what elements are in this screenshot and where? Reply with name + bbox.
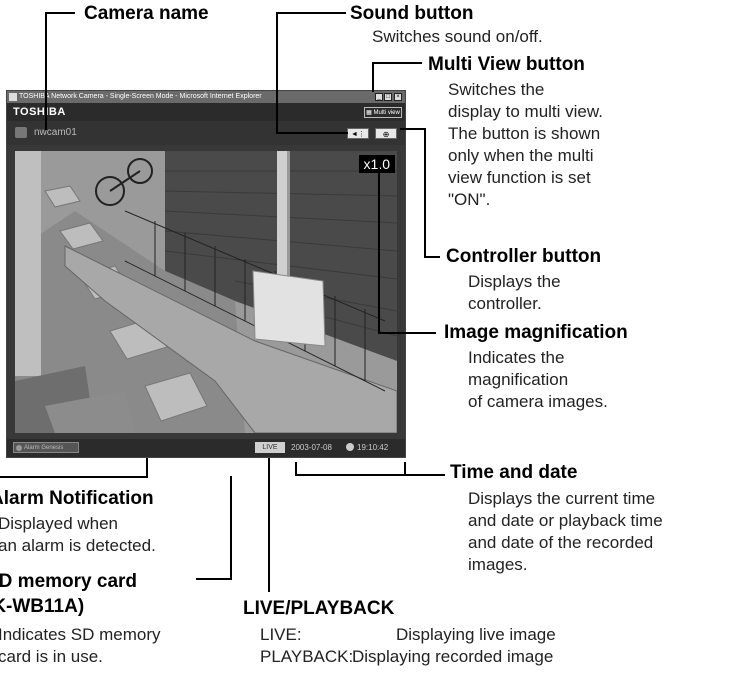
sound-callout-title: Sound button bbox=[350, 3, 474, 24]
sd-card-callout-desc: Indicates SD memory card is in use. bbox=[0, 625, 161, 666]
multi-view-icon: ▦ bbox=[366, 110, 374, 116]
live-playback-callout-title: LIVE/PLAYBACK bbox=[243, 598, 395, 619]
camera-name-callout-title: Camera name bbox=[84, 3, 209, 24]
sd-card-callout-title: SD memory card bbox=[0, 571, 138, 592]
leader-line bbox=[0, 476, 148, 478]
multi-view-label: Multi view bbox=[373, 110, 400, 116]
leader-line bbox=[372, 62, 374, 92]
controller-callout-title: Controller button bbox=[446, 246, 602, 267]
leader-line bbox=[196, 578, 232, 580]
ie-icon bbox=[9, 93, 17, 101]
time-date-callout-desc: Displays the current time and date or pl… bbox=[468, 489, 663, 574]
leader-line bbox=[404, 462, 406, 476]
alarm-icon bbox=[16, 445, 22, 451]
multi-view-callout-desc: Switches the display to multi view. The … bbox=[448, 80, 603, 209]
time-date-callout-title: Time and date bbox=[450, 462, 578, 483]
leader-line bbox=[424, 128, 426, 258]
minimize-button[interactable]: _ bbox=[375, 93, 383, 101]
clock-icon bbox=[346, 443, 354, 451]
leader-line bbox=[276, 12, 278, 134]
leader-line bbox=[424, 256, 440, 258]
status-bar: Alarm Genesis LIVE 2003-07-08 19:10:42 bbox=[7, 439, 405, 457]
title-bar: TOSHIBA Network Camera - Single-Screen M… bbox=[7, 91, 405, 103]
brand-logo: TOSHIBA bbox=[13, 106, 66, 118]
controller-button[interactable]: ⊕ bbox=[375, 128, 397, 139]
alarm-indicator: Alarm Genesis bbox=[13, 442, 79, 453]
leader-line bbox=[268, 458, 270, 592]
leader-line bbox=[230, 476, 232, 580]
alarm-callout-title: Alarm Notification bbox=[0, 488, 154, 509]
time-display: 19:10:42 bbox=[357, 443, 389, 452]
camera-image: x1.0 bbox=[15, 151, 397, 433]
view-frame: x1.0 bbox=[7, 145, 405, 439]
leader-line bbox=[45, 12, 47, 130]
leader-line bbox=[378, 168, 380, 334]
leader-line bbox=[372, 62, 422, 64]
close-button[interactable]: × bbox=[394, 93, 402, 101]
alarm-label: Alarm Genesis bbox=[24, 445, 64, 451]
playback-row: PLAYBACK: Displaying recorded image bbox=[260, 647, 554, 666]
leader-line bbox=[295, 462, 297, 476]
multi-view-button[interactable]: ▦ Multi view bbox=[364, 107, 402, 118]
live-playback-indicator: LIVE bbox=[255, 442, 285, 453]
leader-line bbox=[400, 128, 426, 130]
brand-bar: TOSHIBA ▦ Multi view bbox=[7, 103, 405, 121]
leader-line bbox=[276, 132, 348, 134]
leader-line bbox=[295, 474, 445, 476]
alarm-callout-desc: Displayed when an alarm is detected. bbox=[0, 514, 156, 555]
live-playback-callout-desc: LIVE: Displaying live image PLAYBACK: Di… bbox=[260, 624, 556, 668]
leader-line bbox=[146, 458, 148, 478]
magnification-callout-title: Image magnification bbox=[444, 322, 628, 343]
magnification-indicator: x1.0 bbox=[358, 155, 395, 173]
live-row: LIVE: Displaying live image bbox=[260, 625, 556, 644]
magnification-callout-desc: Indicates the magnification of camera im… bbox=[468, 348, 608, 411]
window-title: TOSHIBA Network Camera - Single-Screen M… bbox=[19, 93, 262, 100]
sd-card-callout-title-2: (K-WB11A) bbox=[0, 596, 85, 617]
camera-name: nwcam01 bbox=[34, 127, 77, 138]
date-display: 2003-07-08 bbox=[291, 443, 332, 452]
sound-button[interactable]: ◄⋮ bbox=[347, 128, 369, 139]
multi-view-callout-title: Multi View button bbox=[428, 54, 585, 75]
leader-line bbox=[276, 12, 346, 14]
browser-window: TOSHIBA Network Camera - Single-Screen M… bbox=[6, 90, 406, 458]
leader-line bbox=[45, 12, 75, 14]
camera-scene bbox=[15, 151, 397, 433]
leader-line bbox=[378, 332, 436, 334]
maximize-button[interactable]: □ bbox=[384, 93, 392, 101]
sound-callout-desc: Switches sound on/off. bbox=[372, 27, 543, 46]
controller-callout-desc: Displays the controller. bbox=[468, 272, 561, 313]
camera-icon bbox=[15, 127, 27, 138]
